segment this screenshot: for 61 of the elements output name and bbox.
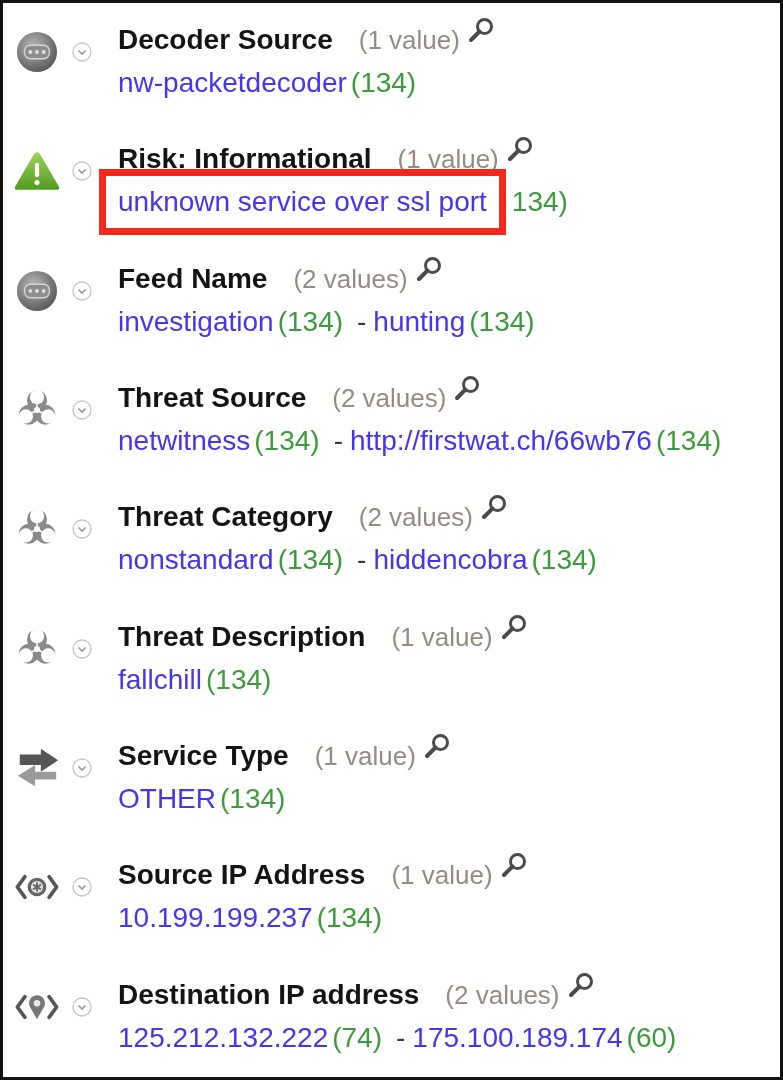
round-badge-icon	[14, 31, 60, 73]
bracketed-asterisk-icon	[14, 873, 60, 902]
value-separator: -	[357, 543, 367, 578]
field-title: Destination IP address	[118, 977, 420, 1012]
search-icon[interactable]	[467, 17, 494, 43]
search-icon[interactable]	[506, 136, 533, 163]
hit-count: (134)	[254, 424, 320, 458]
hit-count: (134)	[277, 304, 344, 339]
value-separator: -	[357, 304, 367, 339]
value-count: (2 values)	[358, 501, 473, 535]
hit-count: (134)	[206, 662, 272, 697]
value-count: (1 value)	[358, 24, 460, 57]
value-link[interactable]: hiddencobra	[373, 543, 528, 578]
value-link[interactable]: OTHER	[118, 781, 216, 816]
search-icon[interactable]	[500, 613, 527, 640]
value-link[interactable]: fallchill	[118, 662, 203, 697]
value-count: (1 value)	[314, 739, 416, 773]
value-link[interactable]: 125.212.132.222	[118, 1020, 329, 1055]
value-count: (2 values)	[332, 382, 447, 415]
value-separator: -	[396, 1020, 406, 1055]
field-title: Source IP Address	[118, 858, 366, 893]
hit-count: (60)	[626, 1020, 677, 1055]
value-link[interactable]: unknown service over ssl port	[118, 185, 487, 220]
value-link[interactable]: investigation	[118, 304, 274, 339]
value-link[interactable]: netwitness	[118, 424, 251, 458]
hit-count: 134)	[511, 185, 568, 220]
value-count: (1 value)	[391, 859, 493, 893]
bracketed-pin-icon	[14, 992, 60, 1021]
hit-count: (74)	[332, 1020, 382, 1055]
field-title: Risk: Informational	[118, 142, 372, 177]
hit-count: (134)	[531, 543, 597, 578]
field-title: Decoder Source	[118, 23, 333, 57]
value-link[interactable]: hunting	[373, 304, 466, 339]
field-title: Threat Description	[118, 619, 366, 654]
hit-count: (134)	[469, 304, 535, 339]
value-count: (1 value)	[391, 620, 493, 654]
hit-count: (134)	[350, 66, 417, 100]
value-count: (2 values)	[293, 262, 408, 296]
value-link[interactable]: http://firstwat.ch/66wb76	[350, 424, 652, 458]
hit-count: (134)	[277, 543, 344, 578]
warning-icon	[14, 150, 60, 193]
field-title: Threat Source	[118, 381, 307, 415]
value-count: (2 values)	[445, 978, 560, 1012]
round-badge-icon	[14, 269, 60, 312]
search-icon[interactable]	[567, 971, 594, 998]
field-title: Feed Name	[118, 261, 268, 296]
search-icon[interactable]	[415, 255, 442, 282]
value-link[interactable]: nw-packetdecoder	[118, 66, 347, 100]
value-separator: -	[333, 424, 343, 458]
hit-count: (134)	[655, 424, 722, 458]
search-icon[interactable]	[500, 852, 527, 879]
search-icon[interactable]	[480, 494, 507, 521]
search-icon[interactable]	[423, 732, 450, 759]
search-icon[interactable]	[454, 375, 481, 401]
field-title: Threat Category	[118, 500, 333, 535]
field-title: Service Type	[118, 738, 289, 773]
value-link[interactable]: 10.199.199.237	[118, 901, 313, 936]
value-link[interactable]: nonstandard	[118, 543, 274, 578]
value-link[interactable]: 175.100.189.174	[412, 1020, 623, 1055]
hit-count: (134)	[220, 781, 286, 816]
hit-count: (134)	[316, 901, 382, 936]
